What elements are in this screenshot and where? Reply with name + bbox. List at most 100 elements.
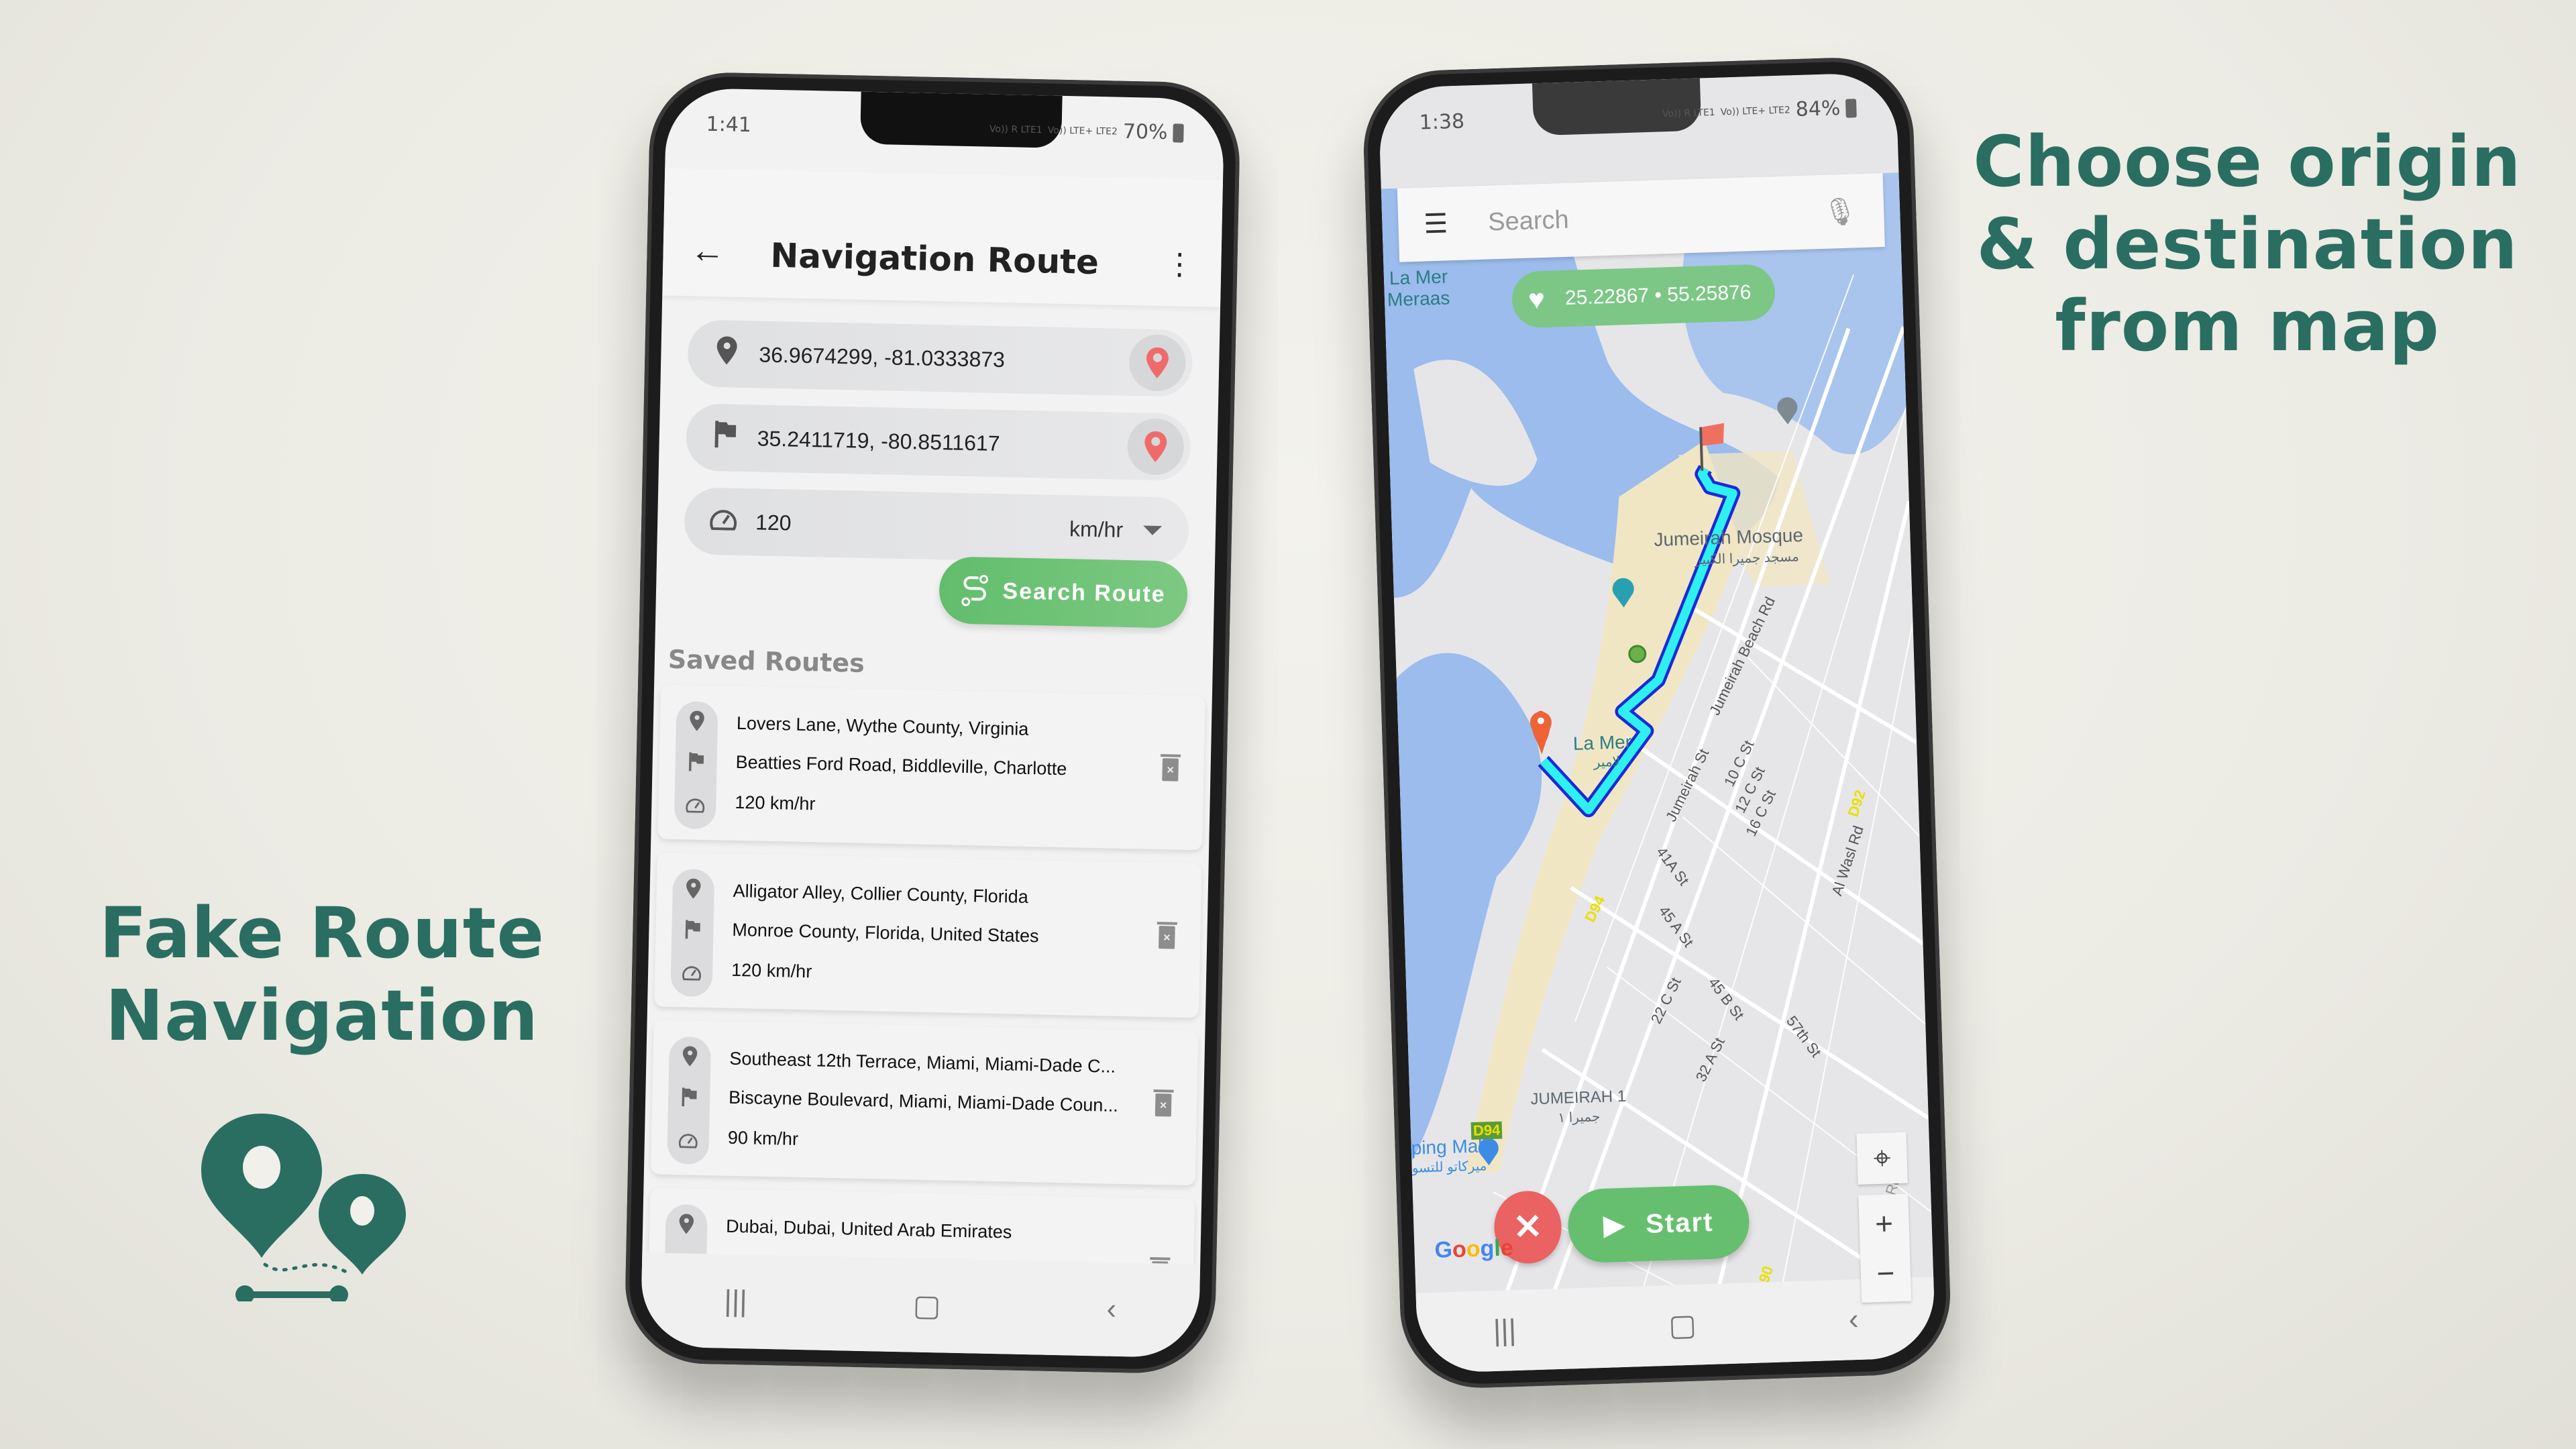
back-nav-button[interactable]: ‹ (1848, 1303, 1859, 1336)
route-speed: 120 km/hr (731, 959, 812, 982)
more-vertical-icon[interactable]: ⋮ (1165, 247, 1195, 282)
destination-value: 35.2411719, -80.8511617 (757, 425, 1000, 455)
chevron-down-icon[interactable] (1142, 525, 1163, 536)
flag-icon (668, 1087, 710, 1112)
system-navbar: ||| ▢ ‹ (1415, 1277, 1936, 1374)
recents-button[interactable]: ||| (1493, 1313, 1517, 1348)
status-time: 1:41 (706, 112, 752, 138)
poi-label: ميركاتو للتسو (1411, 1159, 1487, 1176)
app-bar: ← Navigation Route ⋮ (662, 168, 1224, 307)
saved-routes-heading: Saved Routes (667, 644, 865, 678)
route-origin: Lovers Lane, Wythe County, Virginia (736, 712, 1029, 740)
promo-right-title: Choose origin & destination from map (1973, 121, 2522, 368)
destination-field[interactable]: 35.2411719, -80.8511617 (685, 403, 1191, 481)
destination-flag-icon (1699, 427, 1704, 471)
separator: • (1654, 284, 1662, 307)
sim2-signal: Vo)) LTE+ LTE2 (1047, 124, 1118, 138)
location-pin-icon (676, 710, 718, 737)
page-title: Navigation Route (769, 235, 1099, 282)
google-letter: e (1500, 1235, 1514, 1261)
speed-unit-select[interactable]: km/hr (1069, 517, 1124, 543)
recents-button[interactable]: ||| (724, 1285, 747, 1319)
road-shield: D94 (1470, 1121, 1503, 1140)
map-label: مسجد جميرا الكبير (1695, 549, 1800, 568)
route-destination: Monroe County, Florida, United States (732, 919, 1039, 947)
google-logo: Google (1434, 1235, 1513, 1264)
location-pin-icon (669, 1046, 711, 1072)
start-button[interactable]: ▶ Start (1566, 1184, 1751, 1264)
map-pin-icon (1144, 431, 1167, 462)
crosshair-icon: ⌖ (1872, 1140, 1892, 1176)
start-label: Start (1645, 1207, 1715, 1239)
district-label: JUMEIRAH 1 (1530, 1087, 1627, 1109)
waypoint-marker (1628, 645, 1647, 663)
my-location-button[interactable]: ⌖ (1856, 1132, 1908, 1185)
flag-icon (675, 752, 717, 777)
status-bar: 1:41 Vo)) R LTE1 Vo)) LTE+ LTE2 70% (665, 107, 1224, 152)
screen: 1:41 Vo)) R LTE1 Vo)) LTE+ LTE2 70% ← Na… (640, 87, 1225, 1358)
google-letter: o (1466, 1236, 1481, 1263)
zoom-in-button[interactable]: + (1874, 1205, 1894, 1242)
google-letter: o (1452, 1236, 1467, 1263)
map-search-bar[interactable]: ☰ Search 🎙 (1397, 173, 1885, 262)
hamburger-icon[interactable]: ☰ (1424, 208, 1448, 239)
status-time: 1:38 (1419, 109, 1465, 135)
latitude: 25.22867 (1564, 284, 1650, 309)
zoom-out-button[interactable]: − (1876, 1254, 1896, 1291)
search-route-label: Search Route (1002, 578, 1167, 607)
search-input[interactable]: Search (1488, 197, 1823, 237)
back-nav-button[interactable]: ‹ (1106, 1293, 1117, 1326)
home-button[interactable]: ▢ (912, 1288, 941, 1323)
route-icon-rail (667, 1036, 712, 1165)
delete-route-button[interactable]: × (1162, 758, 1179, 782)
location-pin-icon (665, 1214, 708, 1240)
speedometer-icon (667, 1130, 709, 1154)
sim2-signal: Vo)) LTE+ LTE2 (1720, 104, 1790, 118)
route-destination: Biscayne Boulevard, Miami, Miami-Dade Co… (728, 1087, 1119, 1116)
home-button[interactable]: ▢ (1668, 1307, 1697, 1342)
longitude: 55.25876 (1666, 281, 1752, 307)
pick-origin-on-map-button[interactable] (1128, 334, 1187, 392)
origin-value: 36.9674299, -81.0333873 (759, 341, 1006, 372)
play-icon: ▶ (1603, 1210, 1626, 1240)
speedometer-icon (674, 795, 716, 818)
close-icon: ✕ (1512, 1207, 1544, 1248)
google-letter: G (1434, 1236, 1453, 1263)
battery-icon (1173, 123, 1184, 143)
phone-map: 1:38 Vo)) R LTE1 Vo)) LTE+ LTE2 84% ☰ Se… (1361, 55, 1953, 1391)
back-button[interactable]: ← (690, 230, 725, 271)
speed-field[interactable]: 120 km/hr (684, 487, 1190, 565)
route-speed: 120 km/hr (735, 792, 816, 814)
saved-route-card[interactable]: Southeast 12th Terrace, Miami, Miami-Dad… (650, 1020, 1199, 1186)
route-destination: Beatties Ford Road, Biddleville, Charlot… (735, 751, 1067, 780)
origin-field[interactable]: 36.9674299, -81.0333873 (687, 319, 1193, 397)
map-label: La Mer (1389, 266, 1448, 289)
saved-route-card[interactable]: Lovers Lane, Wythe County, Virginia Beatt… (657, 684, 1205, 851)
speed-value: 120 (755, 509, 792, 535)
delete-route-button[interactable]: × (1155, 1093, 1172, 1117)
map-label: Meraas (1387, 287, 1450, 311)
battery-icon (1845, 98, 1857, 118)
pick-destination-on-map-button[interactable] (1126, 418, 1185, 476)
map-label: La Mer (1572, 731, 1632, 754)
route-icon-rail (670, 868, 715, 998)
screen: 1:38 Vo)) R LTE1 Vo)) LTE+ LTE2 84% ☰ Se… (1378, 72, 1936, 1374)
zoom-controls: + − (1858, 1193, 1912, 1303)
coordinate-chip[interactable]: ♥ 25.22867 • 55.25876 (1511, 264, 1776, 329)
google-letter: g (1479, 1236, 1495, 1262)
route-logo-icon (201, 1114, 406, 1301)
saved-route-card[interactable]: Alligator Alley, Collier County, Florida… (654, 852, 1202, 1018)
map-pin-icon (1146, 347, 1169, 378)
route-origin: Alligator Alley, Collier County, Florida (733, 880, 1029, 908)
battery-level: 70% (1122, 119, 1168, 145)
search-route-button[interactable]: Search Route (938, 556, 1189, 629)
route-origin: Southeast 12th Terrace, Miami, Miami-Dad… (729, 1048, 1116, 1077)
flag-icon (672, 920, 714, 945)
microphone-icon[interactable]: 🎙 (1823, 195, 1858, 228)
location-pin-icon (672, 878, 714, 904)
location-pin-icon (706, 336, 747, 372)
district-label: جميرا ١ (1558, 1109, 1601, 1126)
delete-route-button[interactable]: × (1159, 926, 1175, 949)
heart-icon[interactable]: ♥ (1527, 283, 1545, 316)
battery-level: 84% (1795, 96, 1841, 122)
